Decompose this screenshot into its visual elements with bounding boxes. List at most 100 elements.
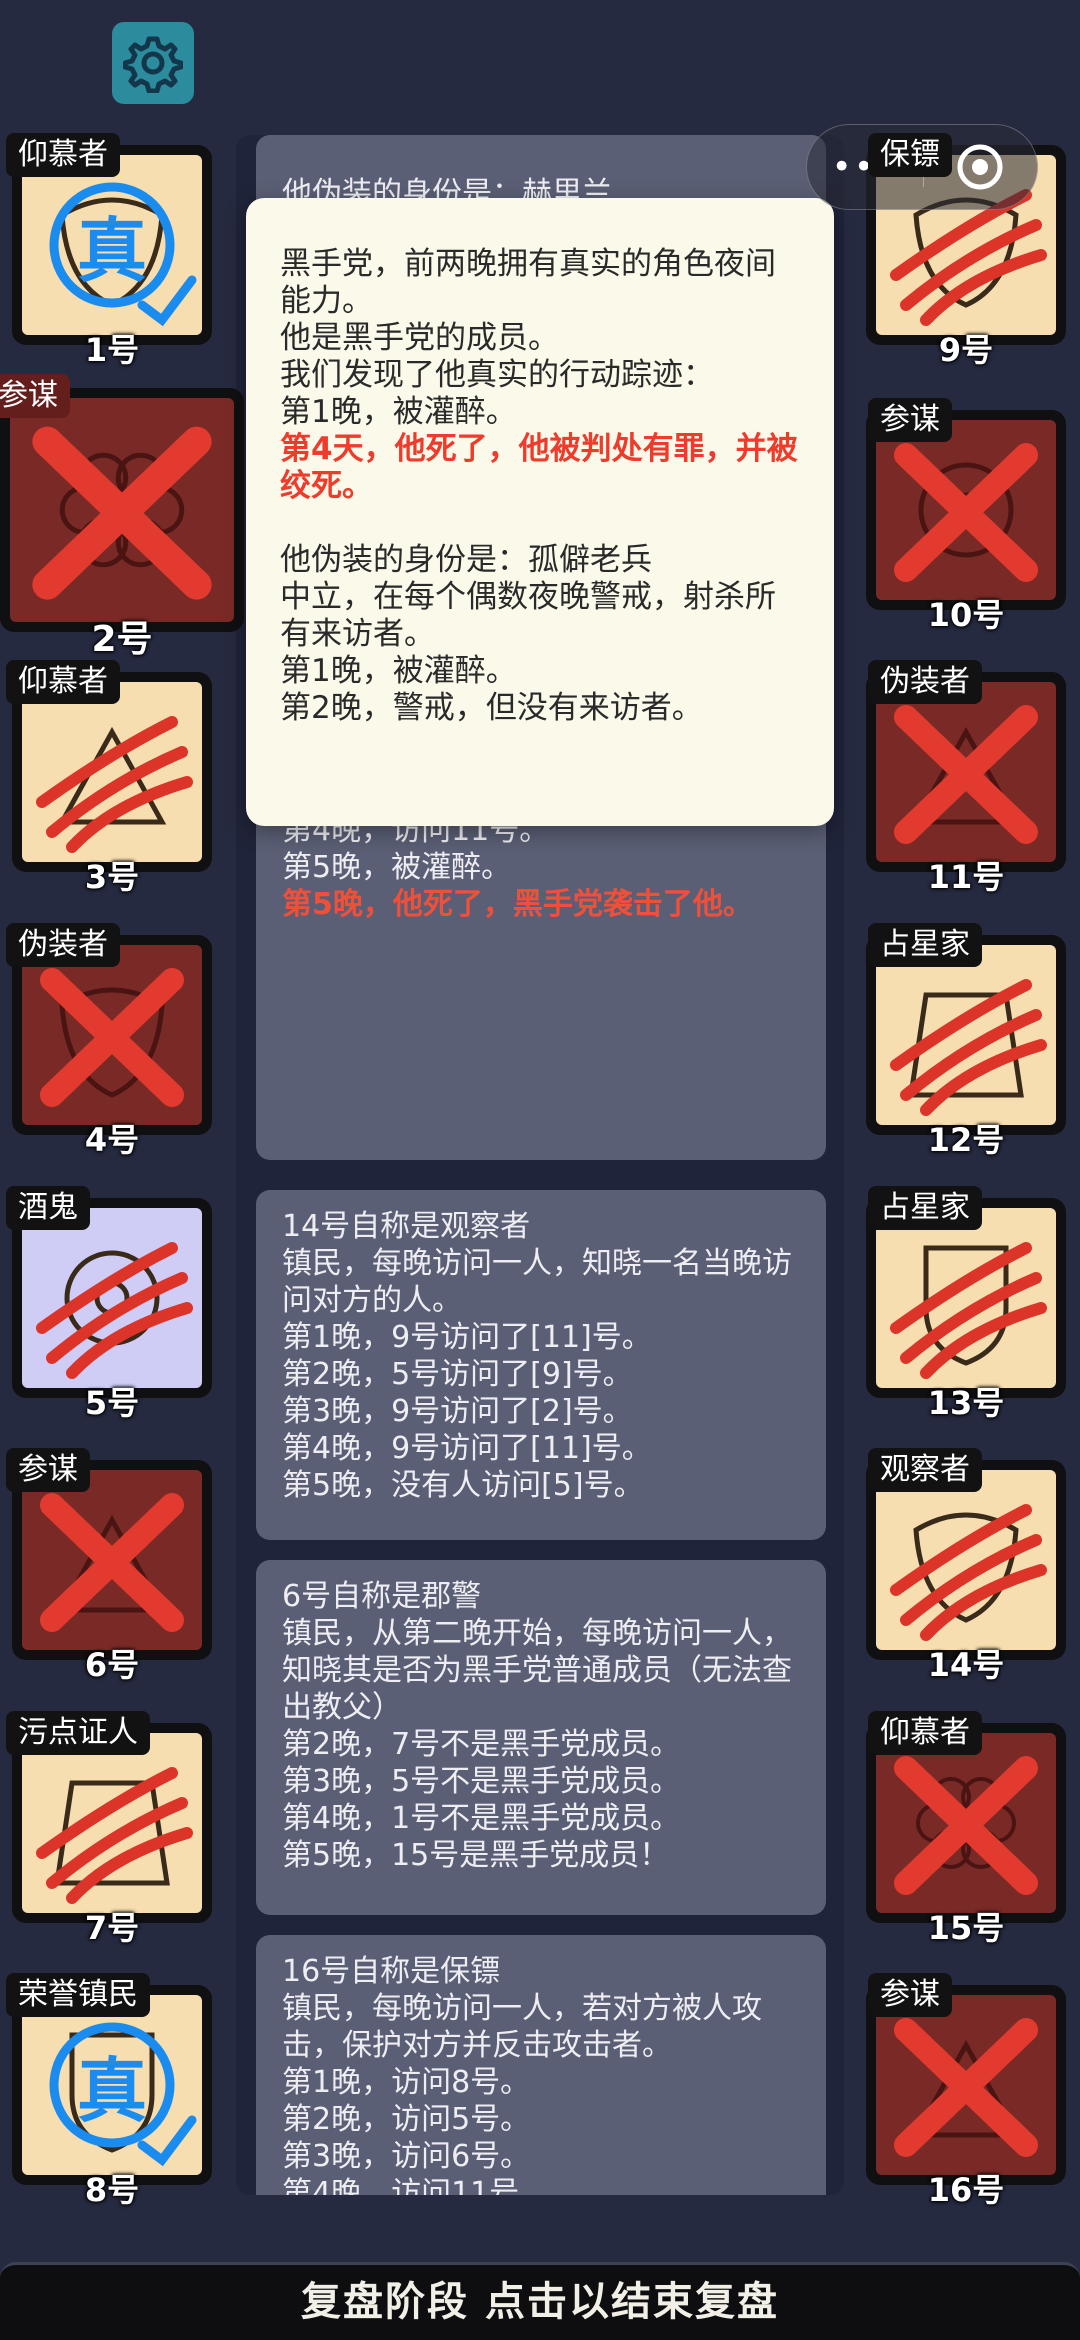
popup-line: 黑手党，前两晚拥有真实的角色夜间能力。 bbox=[280, 246, 776, 319]
log-line: 14号自称是观察者 bbox=[282, 1209, 531, 1244]
log-line: 第3晚，访问6号。 bbox=[282, 2139, 531, 2174]
log-line: 第2晚，7号不是黑手党成员。 bbox=[282, 1727, 681, 1762]
log-line: 第5晚，没有人访问[5]号。 bbox=[282, 1468, 644, 1503]
log-card: 第3晚，访问2号。第4晚，访问11号。第5晚，被灌醉。第5晚，他死了，黑手党袭击… bbox=[256, 775, 826, 1160]
card-portrait bbox=[22, 1733, 202, 1913]
player-card-10[interactable]: 参谋 10号 bbox=[866, 398, 1066, 634]
role-label: 仰慕者 bbox=[6, 133, 120, 177]
log-line: 第3晚，5号不是黑手党成员。 bbox=[282, 1764, 681, 1799]
dead-cross-icon bbox=[40, 1493, 184, 1632]
log-line: 镇民，每晚访问一人，若对方被人攻击，保护对方并反击攻击者。 bbox=[282, 1991, 762, 2063]
role-label: 仰慕者 bbox=[6, 660, 120, 704]
popup-line: 他是黑手党的成员。 bbox=[280, 320, 559, 356]
player-number: 11号 bbox=[927, 858, 1005, 896]
log-card: 6号自称是郡警 镇民，从第二晚开始，每晚访问一人，知晓其是否为黑手党普通成员（无法… bbox=[256, 1560, 826, 1915]
popup-line bbox=[280, 505, 800, 542]
dead-cross-icon bbox=[894, 705, 1038, 844]
player-number: 13号 bbox=[927, 1384, 1005, 1422]
player-card-11[interactable]: 伪装者 11号 bbox=[866, 660, 1066, 896]
popup-line: 我们发现了他真实的行动踪迹： bbox=[280, 357, 714, 393]
role-label: 伪装者 bbox=[6, 923, 120, 967]
card-portrait bbox=[22, 682, 202, 862]
card-portrait bbox=[876, 1470, 1056, 1650]
log-card: 16号自称是保镖 镇民，每晚访问一人，若对方被人攻击，保护对方并反击攻击者。 第1晚… bbox=[256, 1935, 826, 2195]
claw-slash-icon bbox=[890, 1504, 1047, 1641]
player-number: 1号 bbox=[84, 331, 140, 369]
role-label: 占星家 bbox=[868, 1186, 982, 1230]
claw-slash-icon bbox=[36, 716, 193, 853]
settings-button[interactable] bbox=[112, 22, 194, 104]
popup-line: 第2晚，警戒，但没有来访者。 bbox=[280, 690, 703, 726]
player-card-3[interactable]: 仰慕者 3号 bbox=[6, 660, 212, 896]
log-line: 第4晚，访问11号。 bbox=[282, 2176, 550, 2195]
log-line: 6号自称是郡警 bbox=[282, 1579, 482, 1614]
log-line: 镇民，每晚访问一人，知晓一名当晚访问对方的人。 bbox=[282, 1246, 792, 1318]
role-detail-popup[interactable]: 黑手党，前两晚拥有真实的角色夜间能力。 他是黑手党的成员。 我们发现了他真实的行动踪… bbox=[246, 198, 834, 826]
card-portrait bbox=[876, 420, 1056, 600]
log-line: 第5晚，被灌醉。 bbox=[282, 850, 512, 885]
claw-slash-icon bbox=[36, 1767, 193, 1904]
player-number: 14号 bbox=[927, 1646, 1005, 1684]
player-card-16[interactable]: 参谋 16号 bbox=[866, 1973, 1066, 2209]
card-portrait bbox=[876, 1733, 1056, 1913]
card-portrait: 真 bbox=[22, 1995, 202, 2175]
role-label: 保镖 bbox=[868, 133, 952, 177]
card-portrait bbox=[876, 682, 1056, 862]
player-card-4[interactable]: 伪装者 4号 bbox=[6, 923, 212, 1159]
log-line: 镇民，从第二晚开始，每晚访问一人，知晓其是否为黑手党普通成员（无法查出教父） bbox=[282, 1616, 792, 1725]
role-label: 酒鬼 bbox=[6, 1186, 90, 1230]
card-portrait bbox=[876, 1208, 1056, 1388]
role-label: 占星家 bbox=[868, 923, 982, 967]
player-card-12[interactable]: 占星家 12号 bbox=[866, 923, 1066, 1159]
dead-cross-icon bbox=[40, 968, 184, 1107]
player-card-7[interactable]: 污点证人 7号 bbox=[6, 1711, 212, 1947]
player-number: 10号 bbox=[927, 596, 1005, 634]
real-badge-icon-char: 真 bbox=[77, 209, 147, 292]
player-card-15[interactable]: 仰慕者 15号 bbox=[866, 1711, 1066, 1947]
player-number: 9号 bbox=[938, 331, 994, 369]
log-line: 第2晚，5号访问了[9]号。 bbox=[282, 1357, 633, 1392]
player-card-8[interactable]: 真 荣誉镇民 8号 bbox=[6, 1973, 212, 2209]
player-card-6[interactable]: 参谋 6号 bbox=[6, 1448, 212, 1684]
end-review-button[interactable]: 复盘阶段 点击以结束复盘 bbox=[0, 2262, 1080, 2340]
gear-icon bbox=[123, 36, 183, 93]
player-card-1[interactable]: 真 仰慕者 1号 bbox=[6, 133, 212, 369]
popup-death-line: 第4天，他死了，他被判处有罪，并被绞死。 bbox=[280, 431, 798, 504]
player-number: 5号 bbox=[84, 1384, 140, 1422]
log-line: 16号自称是保镖 bbox=[282, 1954, 501, 1989]
death-record-line: 第5晚，他死了，黑手党袭击了他。 bbox=[282, 887, 753, 922]
player-card-5[interactable]: 酒鬼 5号 bbox=[6, 1186, 212, 1422]
player-number: 4号 bbox=[84, 1121, 140, 1159]
log-line: 第1晚，访问8号。 bbox=[282, 2065, 531, 2100]
player-number: 15号 bbox=[927, 1909, 1005, 1947]
dead-cross-icon bbox=[894, 2018, 1038, 2157]
card-portrait bbox=[22, 1208, 202, 1388]
card-portrait bbox=[22, 1470, 202, 1650]
role-label: 参谋 bbox=[868, 1973, 952, 2017]
dead-cross-icon bbox=[894, 443, 1038, 582]
card-portrait bbox=[22, 945, 202, 1125]
card-portrait: 真 bbox=[22, 155, 202, 335]
dead-cross-icon bbox=[894, 1756, 1038, 1895]
player-card-2[interactable]: 参谋 2号 bbox=[0, 374, 244, 660]
player-number: 2号 bbox=[91, 619, 153, 660]
player-number: 7号 bbox=[84, 1909, 140, 1947]
dead-cross-icon bbox=[32, 426, 212, 600]
log-line: 第3晚，9号访问了[2]号。 bbox=[282, 1394, 633, 1429]
log-line: 第2晚，访问5号。 bbox=[282, 2102, 531, 2137]
player-card-14[interactable]: 观察者 14号 bbox=[866, 1448, 1066, 1684]
log-line: 第5晚，15号是黑手党成员！ bbox=[282, 1838, 670, 1873]
log-line: 第1晚，9号访问了[11]号。 bbox=[282, 1320, 652, 1355]
role-label: 观察者 bbox=[868, 1448, 982, 1492]
real-badge-icon-char: 真 bbox=[77, 2049, 147, 2132]
player-number: 12号 bbox=[927, 1121, 1005, 1159]
card-portrait bbox=[876, 945, 1056, 1125]
card-portrait bbox=[876, 1995, 1056, 2175]
popup-line: 第1晚，被灌醉。 bbox=[280, 394, 517, 430]
role-label: 伪装者 bbox=[868, 660, 982, 704]
popup-line: 中立，在每个偶数夜晚警戒，射杀所有来访者。 bbox=[280, 579, 776, 652]
popup-line: 他伪装的身份是：孤僻老兵 bbox=[280, 542, 652, 578]
claw-slash-icon bbox=[890, 979, 1047, 1116]
player-card-13[interactable]: 占星家 13号 bbox=[866, 1186, 1066, 1422]
role-label: 参谋 bbox=[868, 398, 952, 442]
